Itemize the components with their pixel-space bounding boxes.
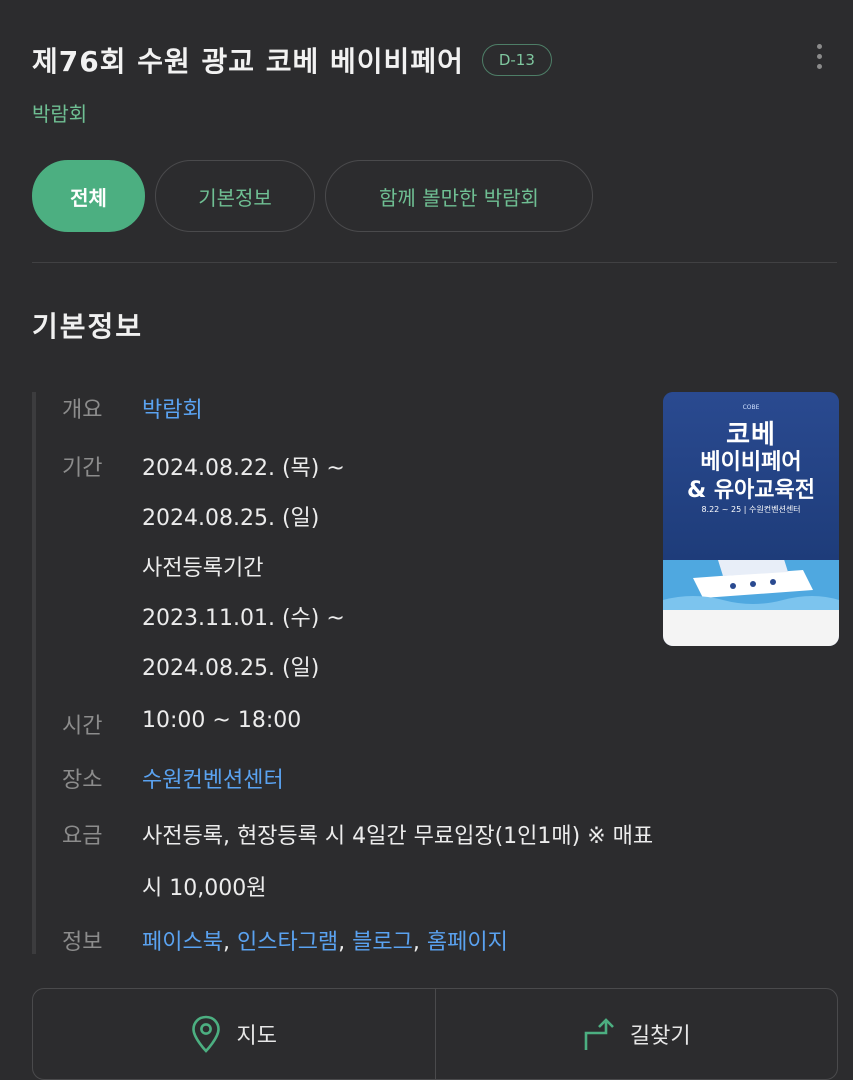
info-label: 시간 — [62, 714, 103, 739]
fee-line: 사전등록, 현장등록 시 4일간 무료입장(1인1매) ※ 매표 — [142, 824, 654, 849]
period-line: 2024.08.22. (목) ~ — [142, 456, 345, 481]
map-pin-icon — [191, 1015, 220, 1053]
directions-arrow-icon — [584, 1018, 614, 1050]
poster-brand: COBE — [742, 404, 760, 411]
poster-title-line3: & 유아교육전 — [686, 478, 816, 503]
event-category: 박람회 — [32, 102, 88, 126]
event-poster[interactable]: COBE 코베 베이비페어 & 유아교육전 8.22 ~ 25 | 수원컨벤션센… — [663, 392, 839, 646]
directions-button[interactable]: 길찾기 — [434, 989, 838, 1079]
event-header: 제76회 수원 광교 코베 베이비페어 D-13 박람회 — [32, 40, 823, 127]
poster-footer — [663, 610, 839, 646]
event-title: 제76회 수원 광교 코베 베이비페어 — [32, 45, 464, 78]
dday-badge: D-13 — [481, 44, 552, 76]
tab-related-fairs[interactable]: 함께 볼만한 박람회 — [325, 160, 593, 232]
link-separator: , — [338, 930, 346, 955]
more-options-icon[interactable] — [817, 44, 823, 74]
divider — [32, 262, 837, 263]
blog-link[interactable]: 블로그 — [352, 930, 413, 955]
instagram-link[interactable]: 인스타그램 — [237, 930, 338, 955]
info-label: 장소 — [62, 768, 103, 793]
tab-all[interactable]: 전체 — [32, 160, 145, 232]
time-value: 10:00 ~ 18:00 — [142, 708, 302, 733]
info-left-bar — [32, 392, 36, 954]
poster-sea — [663, 556, 839, 610]
period-line: 2023.11.01. (수) ~ — [142, 606, 345, 631]
facebook-link[interactable]: 페이스북 — [142, 930, 223, 955]
tab-basic-info[interactable]: 기본정보 — [155, 160, 315, 232]
info-label: 개요 — [62, 398, 103, 423]
link-list: 페이스북, 인스타그램, 블로그, 홈페이지 — [142, 924, 508, 956]
overview-link[interactable]: 박람회 — [142, 392, 203, 424]
homepage-link[interactable]: 홈페이지 — [427, 930, 508, 955]
directions-button-label: 길찾기 — [629, 1024, 691, 1049]
section-title: 기본정보 — [32, 310, 144, 343]
tab-bar: 전체 기본정보 함께 볼만한 박람회 — [32, 160, 593, 232]
fee-line: 시 10,000원 — [142, 876, 267, 901]
info-label: 기간 — [62, 456, 103, 481]
link-separator: , — [222, 930, 230, 955]
place-link[interactable]: 수원컨벤션센터 — [142, 762, 284, 794]
poster-date: 8.22 ~ 25 | 수원컨벤션센터 — [701, 505, 801, 514]
boat-illustration-icon — [663, 556, 839, 610]
link-separator: , — [412, 930, 420, 955]
info-label: 요금 — [62, 824, 103, 849]
info-label: 정보 — [62, 930, 103, 955]
period-line: 2024.08.25. (일) — [142, 506, 320, 531]
map-button[interactable]: 지도 — [33, 989, 435, 1079]
period-line: 2024.08.25. (일) — [142, 656, 320, 681]
period-line: 사전등록기간 — [142, 556, 264, 581]
action-bar: 지도 길찾기 — [32, 988, 838, 1080]
map-button-label: 지도 — [236, 1024, 277, 1049]
